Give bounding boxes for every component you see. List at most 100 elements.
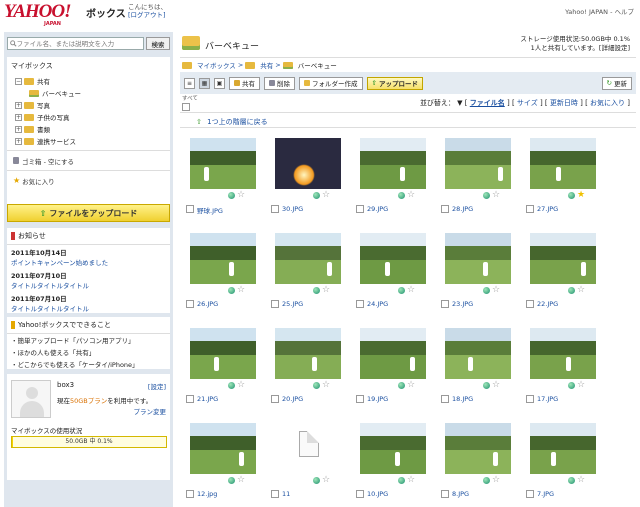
logout-link[interactable]: [ログアウト] [128, 11, 167, 19]
file-checkbox[interactable] [526, 490, 534, 498]
tree-item[interactable]: + 書類 [7, 123, 170, 135]
file-name[interactable]: 20.JPG [282, 395, 303, 403]
star-icon[interactable]: ★ [577, 191, 585, 200]
file-name[interactable]: 26.JPG [197, 300, 218, 308]
search-input[interactable] [16, 39, 143, 48]
yahoo-logo[interactable]: YAHOO! JAPAN [4, 2, 84, 27]
file-checkbox[interactable] [526, 300, 534, 308]
globe-icon[interactable] [568, 381, 575, 389]
file-tile[interactable]: ☆ 28.JPG [435, 136, 515, 218]
file-checkbox[interactable] [356, 205, 364, 213]
file-tile[interactable]: ☆ 23.JPG [435, 231, 515, 313]
file-checkbox[interactable] [526, 205, 534, 213]
star-icon[interactable]: ☆ [407, 286, 415, 295]
mybox-title[interactable]: マイボックス [7, 57, 170, 75]
star-icon[interactable]: ☆ [237, 191, 245, 200]
thumbnail-view-button[interactable]: ▦ [199, 77, 210, 89]
file-name[interactable]: 28.JPG [452, 205, 473, 213]
tree-toggle-icon[interactable]: + [15, 137, 22, 145]
feature-item[interactable]: ・ほかの人も使える「共有」 [7, 346, 170, 358]
file-tile[interactable]: ☆ 17.JPG [520, 326, 600, 408]
star-icon[interactable]: ☆ [407, 191, 415, 200]
new-folder-button[interactable]: フォルダー作成 [299, 76, 363, 90]
file-checkbox[interactable] [186, 490, 194, 498]
file-name[interactable]: 12.jpg [197, 490, 217, 498]
star-icon[interactable]: ☆ [322, 286, 330, 295]
file-name[interactable]: 21.JPG [197, 395, 218, 403]
top-links[interactable]: Yahoo! JAPAN - ヘルプ [565, 6, 634, 16]
star-icon[interactable]: ☆ [322, 476, 330, 485]
globe-icon[interactable] [228, 286, 235, 294]
file-thumbnail[interactable] [530, 328, 596, 379]
file-checkbox[interactable] [356, 395, 364, 403]
file-checkbox[interactable] [186, 300, 194, 308]
star-icon[interactable]: ☆ [492, 381, 500, 390]
file-checkbox[interactable] [441, 490, 449, 498]
file-checkbox[interactable] [441, 205, 449, 213]
star-icon[interactable]: ☆ [492, 191, 500, 200]
file-tile[interactable]: ☆ 30.JPG [265, 136, 345, 218]
refresh-button[interactable]: ↻ 更新 [601, 76, 632, 90]
globe-icon[interactable] [313, 381, 320, 389]
tree-item[interactable]: バーベキュー [7, 87, 170, 99]
file-name[interactable]: 22.JPG [537, 300, 558, 308]
file-thumbnail[interactable] [190, 423, 256, 474]
file-checkbox[interactable] [271, 395, 279, 403]
file-tile[interactable]: ☆ 21.JPG [180, 326, 260, 408]
file-name[interactable]: 27.JPG [537, 205, 558, 213]
file-thumbnail[interactable] [445, 138, 511, 189]
file-name[interactable]: 10.JPG [367, 490, 388, 498]
globe-icon[interactable] [568, 191, 575, 199]
file-name[interactable]: 30.JPG [282, 205, 303, 213]
upload-button[interactable]: ⇧ アップロード [366, 76, 423, 90]
tree-item[interactable]: − 共有 [7, 75, 170, 87]
file-thumbnail[interactable] [190, 328, 256, 379]
sort-option-date[interactable]: 更新日時 [550, 99, 578, 107]
file-thumbnail[interactable] [275, 233, 341, 284]
file-checkbox[interactable] [186, 205, 194, 213]
file-checkbox[interactable] [441, 395, 449, 403]
star-icon[interactable]: ☆ [322, 191, 330, 200]
globe-icon[interactable] [483, 191, 490, 199]
share-button[interactable]: 共有 [229, 76, 260, 90]
sort-option-filename[interactable]: ファイル名 [470, 99, 505, 107]
plan-name[interactable]: 50GBプラン [70, 397, 107, 405]
file-checkbox[interactable] [271, 490, 279, 498]
star-icon[interactable]: ☆ [492, 286, 500, 295]
list-view-button[interactable]: ≡ [184, 77, 195, 89]
search-button[interactable]: 検索 [146, 37, 170, 50]
globe-icon[interactable] [483, 381, 490, 389]
file-thumbnail[interactable] [360, 233, 426, 284]
file-tile[interactable]: ☆ 20.JPG [265, 326, 345, 408]
file-checkbox[interactable] [186, 395, 194, 403]
file-name[interactable]: 19.JPG [367, 395, 388, 403]
file-tile[interactable]: ☆ 野球.JPG [180, 136, 260, 218]
file-tile[interactable]: ☆ 8.JPG [435, 421, 515, 503]
file-thumbnail[interactable] [530, 138, 596, 189]
file-name[interactable]: 17.JPG [537, 395, 558, 403]
globe-icon[interactable] [568, 286, 575, 294]
file-thumbnail[interactable] [360, 423, 426, 474]
file-tile[interactable]: ☆ 11 [265, 421, 345, 503]
file-thumbnail[interactable] [530, 233, 596, 284]
select-all-checkbox[interactable] [182, 103, 190, 111]
globe-icon[interactable] [313, 476, 320, 484]
star-icon[interactable]: ☆ [407, 381, 415, 390]
file-tile[interactable]: ☆ 10.JPG [350, 421, 430, 503]
share-info[interactable]: 1人と共有しています。[詳細設定] [520, 44, 630, 53]
tree-item[interactable]: + 連携サービス [7, 135, 170, 147]
sort-option-size[interactable]: サイズ [517, 99, 538, 107]
file-name[interactable]: 野球.JPG [197, 205, 223, 215]
sort-option-favorites[interactable]: お気に入り [590, 99, 625, 107]
file-checkbox[interactable] [526, 395, 534, 403]
globe-icon[interactable] [568, 476, 575, 484]
file-thumbnail[interactable] [190, 138, 256, 189]
feature-item[interactable]: ・どこからでも使える「ケータイ/iPhone」 [7, 358, 170, 370]
file-name[interactable]: 8.JPG [452, 490, 469, 498]
file-name[interactable]: 25.JPG [282, 300, 303, 308]
star-icon[interactable]: ☆ [407, 476, 415, 485]
tree-item[interactable]: + 写真 [7, 99, 170, 111]
file-thumbnail[interactable] [445, 233, 511, 284]
file-tile[interactable]: ★ 27.JPG [520, 136, 600, 218]
tree-toggle-icon[interactable]: − [15, 77, 22, 85]
